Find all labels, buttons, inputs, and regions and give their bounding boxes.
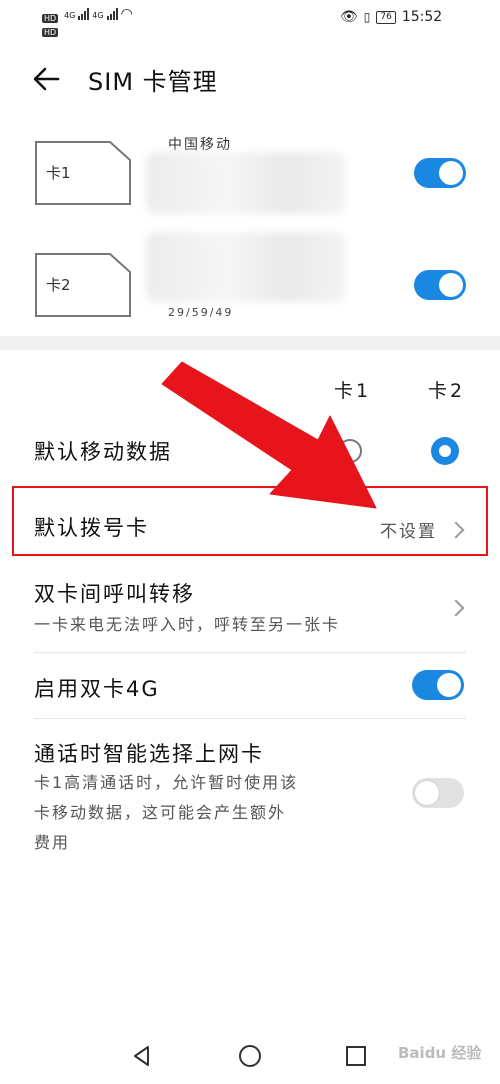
sim2-number-fragment: 29/59/49 (168, 306, 234, 319)
call-forward-row[interactable]: 双卡间呼叫转移 一卡来电无法呼入时，呼转至另一张卡 (0, 564, 500, 650)
toggle-knob (439, 273, 463, 297)
call-forward-label: 双卡间呼叫转移 (34, 582, 195, 606)
sim2-toggle[interactable] (414, 270, 466, 300)
vibrate-icon: ▯ (363, 10, 371, 24)
sim2-info-blurred (146, 232, 346, 302)
nav-recent-button[interactable] (344, 1044, 368, 1068)
clock: 15:52 (401, 9, 443, 25)
dual-4g-label: 启用双卡4G (34, 677, 160, 701)
nav-back-button[interactable] (130, 1044, 154, 1068)
battery-level: 76 (380, 11, 392, 22)
sim-card-2: 卡2 (34, 252, 132, 318)
network-type: 4G (92, 11, 104, 20)
triangle-back-icon (134, 1046, 149, 1066)
column-header-card1: 卡1 (334, 380, 372, 402)
sim-card-1: 卡1 (34, 140, 132, 206)
smart-data-description-line2: 卡移动数据，这可能会产生额外 (34, 803, 287, 822)
hd-badge: HD (42, 28, 59, 37)
page-title: SIM 卡管理 (88, 68, 218, 96)
sim1-info-blurred (146, 152, 346, 214)
section-separator (0, 336, 500, 350)
smart-data-description-line3: 费用 (34, 833, 71, 852)
nav-home-button[interactable] (238, 1044, 262, 1068)
signal-icon (78, 8, 90, 20)
chevron-right-icon (447, 599, 465, 617)
toggle-knob (415, 781, 439, 805)
default-data-label: 默认移动数据 (34, 440, 172, 464)
signal-group: 4G 4G ◠ (64, 6, 133, 22)
back-button[interactable] (30, 62, 64, 96)
square-recent-icon (346, 1046, 366, 1066)
sim-card-label: 卡2 (46, 276, 71, 294)
divider (34, 652, 466, 653)
highlight-box (12, 486, 488, 556)
status-right: 👁 ▯ 76 15:52 (340, 9, 442, 25)
column-header-card2: 卡2 (428, 380, 466, 402)
smart-data-toggle[interactable] (412, 778, 464, 808)
watermark: Baidu 经验 (398, 1044, 482, 1062)
battery-icon: 76 (376, 10, 396, 24)
divider (34, 718, 466, 719)
default-data-radio-card1[interactable] (338, 439, 362, 463)
wifi-icon: ◠ (120, 6, 133, 22)
status-bar: HD HD 4G 4G ◠ 👁 ▯ 76 15:52 (0, 0, 500, 39)
default-data-radio-card2[interactable] (431, 437, 459, 465)
circle-home-icon (239, 1045, 261, 1067)
toggle-knob (439, 161, 463, 185)
sim-card-label: 卡1 (46, 164, 71, 182)
radio-dot (439, 445, 451, 457)
sim2-status: HD (42, 20, 59, 39)
sim1-toggle[interactable] (414, 158, 466, 188)
smart-data-description-line1: 卡1高清通话时，允许暂时使用该 (34, 773, 299, 792)
smart-data-label: 通话时智能选择上网卡 (34, 742, 264, 766)
sim1-carrier: 中国移动 (168, 137, 232, 153)
dual-4g-toggle[interactable] (412, 670, 464, 700)
eye-icon: 👁 (340, 9, 358, 25)
signal-icon (106, 8, 118, 20)
network-type: 4G (64, 11, 76, 20)
call-forward-description: 一卡来电无法呼入时，呼转至另一张卡 (34, 615, 341, 634)
toggle-knob (437, 673, 461, 697)
arrow-left-icon (33, 67, 60, 91)
